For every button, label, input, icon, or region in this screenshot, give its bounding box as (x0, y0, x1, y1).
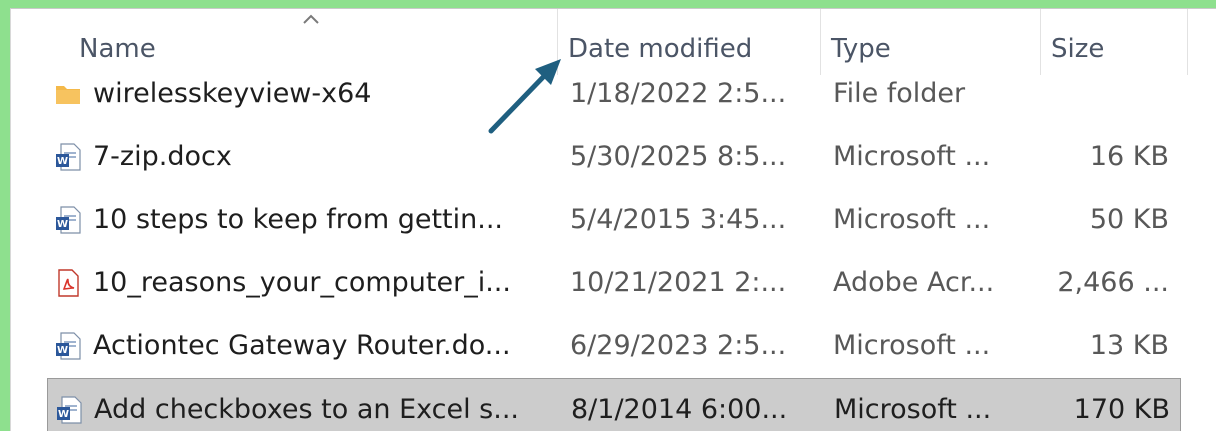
word-doc-icon: W (56, 143, 81, 171)
file-type: Microsoft ... (833, 330, 991, 361)
file-type: Microsoft ... (834, 394, 992, 425)
pdf-icon (58, 269, 79, 297)
file-date-modified: 5/4/2015 3:45... (570, 204, 787, 235)
word-doc-icon: W (56, 332, 81, 360)
file-date-modified: 10/21/2021 2:... (570, 267, 787, 298)
svg-text:W: W (57, 219, 68, 230)
file-list-pane: Name Date modified Type Size wirelesskey… (10, 8, 1216, 431)
file-size: 50 KB (1089, 204, 1169, 235)
word-doc-icon: W (56, 206, 81, 234)
file-date-modified: 5/30/2025 8:5... (570, 141, 787, 172)
file-type: File folder (833, 78, 966, 109)
file-row[interactable]: W Actiontec Gateway Router.do... 6/29/20… (11, 315, 1216, 377)
file-size: 16 KB (1089, 141, 1169, 172)
file-date-modified: 8/1/2014 6:00... (571, 394, 788, 425)
annotation-arrow-icon (488, 59, 561, 134)
file-row[interactable]: wirelesskeyview-x64 1/18/2022 2:5... Fil… (11, 63, 1216, 125)
folder-icon (56, 86, 80, 104)
file-type: Adobe Acr... (833, 267, 995, 298)
file-name: 10 steps to keep from gettin... (93, 204, 503, 235)
file-type: Microsoft ... (833, 141, 991, 172)
file-date-modified: 1/18/2022 2:5... (570, 78, 787, 109)
file-date-modified: 6/29/2023 2:5... (570, 330, 787, 361)
svg-text:W: W (57, 156, 68, 167)
file-size: 13 KB (1089, 330, 1169, 361)
svg-text:W: W (57, 345, 68, 356)
file-row[interactable]: 10_reasons_your_computer_i... 10/21/2021… (11, 252, 1216, 314)
file-row-selected[interactable]: W Add checkboxes to an Excel s... 8/1/20… (47, 378, 1181, 431)
svg-text:W: W (58, 409, 69, 420)
file-row[interactable]: W 7-zip.docx 5/30/2025 8:5... Microsoft … (11, 126, 1216, 188)
file-name: 10_reasons_your_computer_i... (93, 267, 511, 298)
file-size: 2,466 ... (1057, 267, 1169, 298)
file-type: Microsoft ... (833, 204, 991, 235)
word-doc-icon: W (57, 396, 82, 424)
file-name: Actiontec Gateway Router.do... (93, 330, 511, 361)
file-name: Add checkboxes to an Excel s... (94, 394, 519, 425)
file-size: 170 KB (1073, 394, 1170, 425)
file-row[interactable]: W 10 steps to keep from gettin... 5/4/20… (11, 189, 1216, 251)
